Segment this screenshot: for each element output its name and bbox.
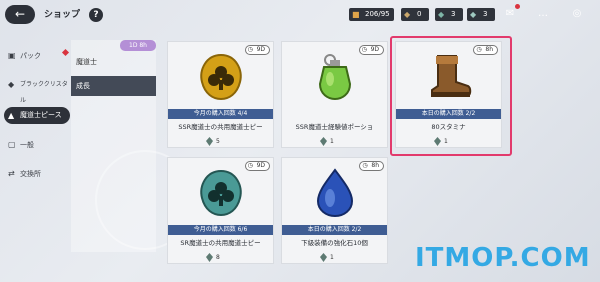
gem-icon: ◆ xyxy=(438,10,445,19)
submenu-timer-badge: 1D 8h xyxy=(120,40,156,51)
mage-piece-teal-icon xyxy=(200,169,242,217)
price-value: 1 xyxy=(330,254,334,261)
stamina-counter[interactable]: ■ 206/95 xyxy=(349,8,394,21)
clock-icon: ◷ xyxy=(362,162,368,169)
shop-card[interactable]: ◷ 9D 今月の購入回数 6/6 SR魔道士の共用魔道士ピー 8 xyxy=(167,157,274,264)
clock-icon: ◷ xyxy=(247,162,253,169)
sidebar-item-label: 一般 xyxy=(20,141,34,149)
shop-card[interactable]: ◷ 9D 今月の購入回数 4/4 SSR魔道士の共用魔道士ピー 5 xyxy=(167,41,274,148)
timer-value: 8h xyxy=(371,162,379,169)
chat-icon[interactable]: … xyxy=(532,6,554,22)
timer-value: 9D xyxy=(370,46,379,53)
sidebar-item-label: パック xyxy=(20,52,41,60)
top-bar: ← ショップ ? ■ 206/95 ◆ 0 ◆ 3 ◆ 3 ✉ … ◎ xyxy=(0,0,600,28)
sidebar-item-exchange[interactable]: ⇄ 交換所 xyxy=(4,166,70,182)
card-timer: ◷ 9D xyxy=(358,45,384,55)
selected-card-highlight xyxy=(390,36,512,156)
settings-icon[interactable]: ◎ xyxy=(566,6,588,22)
crystal-icon: ◆ xyxy=(404,10,411,19)
currency-crystal-icon xyxy=(206,137,213,146)
item-name: SR魔道士の共用魔道士ピー xyxy=(180,239,261,247)
submenu-item-mage[interactable]: 魔道士 xyxy=(71,52,156,72)
timer-value: 9D xyxy=(256,162,265,169)
general-icon: ▢ xyxy=(8,140,16,149)
shop-card[interactable]: ◷ 9D SSR魔道士経験値ポーショ 1 xyxy=(281,41,388,148)
help-button[interactable]: ? xyxy=(89,8,103,22)
sidebar-item-mage-piece[interactable]: ▲ 魔道士ピース xyxy=(4,107,70,124)
sidebar-item-label: ブラッククリスタル xyxy=(20,81,68,104)
clock-icon: ◷ xyxy=(247,46,253,53)
mage-piece-icon: ▲ xyxy=(8,111,15,120)
price-value: 8 xyxy=(216,254,220,261)
shard-counter[interactable]: ◆ 3 xyxy=(467,8,495,21)
page-title: ショップ xyxy=(44,10,81,20)
enhancement-stone-icon xyxy=(316,168,354,218)
item-price: 1 xyxy=(320,253,334,263)
crystal-counter[interactable]: ◆ 0 xyxy=(401,8,429,21)
site-watermark: ITMOP.COM xyxy=(415,243,591,273)
item-name: 下級装備の強化石10個 xyxy=(301,239,368,247)
card-timer: ◷ 9D xyxy=(244,161,270,171)
item-price: 8 xyxy=(206,253,220,263)
currency-crystal-icon xyxy=(206,253,213,262)
price-value: 5 xyxy=(216,138,220,145)
card-timer: ◷ 8h xyxy=(359,161,384,171)
submenu-item-growth[interactable]: 成長 xyxy=(71,76,156,96)
sidebar-item-pack[interactable]: ▣ パック xyxy=(4,48,70,64)
clock-icon: ◷ xyxy=(361,46,367,53)
exp-potion-icon xyxy=(318,54,352,101)
sidebar-item-general[interactable]: ▢ 一般 xyxy=(4,137,70,153)
mage-piece-gold-icon xyxy=(200,53,242,101)
item-price: 1 xyxy=(320,137,334,147)
shard-value: 3 xyxy=(483,10,488,18)
item-name: SSR魔道士の共用魔道士ピー xyxy=(178,123,263,131)
price-value: 1 xyxy=(330,138,334,145)
shop-card[interactable]: ◷ 8h 本日の購入回数 2/2 下級装備の強化石10個 1 xyxy=(281,157,388,264)
gem-value: 3 xyxy=(451,10,456,18)
purchase-limit-bar: 今月の購入回数 6/6 xyxy=(168,225,273,235)
stamina-icon: ■ xyxy=(352,10,360,19)
sidebar-item-label: 交換所 xyxy=(20,170,41,178)
currency-crystal-icon xyxy=(320,137,327,146)
card-timer: ◷ 9D xyxy=(244,45,270,55)
item-price: 5 xyxy=(206,137,220,147)
sidebar-item-label: 魔道士ピース xyxy=(20,111,62,119)
back-arrow-icon: ← xyxy=(14,7,26,21)
black-crystal-icon: ◆ xyxy=(8,80,15,89)
mail-notification-dot xyxy=(515,4,520,9)
currency-crystal-icon xyxy=(320,253,327,262)
exchange-icon: ⇄ xyxy=(8,169,15,178)
pack-icon: ▣ xyxy=(8,51,16,60)
sidebar-item-black-crystal[interactable]: ◆ ブラッククリスタル xyxy=(4,77,70,104)
item-name: SSR魔道士経験値ポーショ xyxy=(295,123,374,131)
back-button[interactable]: ← xyxy=(5,5,35,24)
stamina-value: 206/95 xyxy=(365,10,390,18)
timer-value: 9D xyxy=(256,46,265,53)
shard-icon: ◆ xyxy=(470,10,477,19)
purchase-limit-bar: 今月の購入回数 4/4 xyxy=(168,109,273,119)
gem-counter[interactable]: ◆ 3 xyxy=(435,8,463,21)
crystal-value: 0 xyxy=(417,10,422,18)
purchase-limit-bar: 本日の購入回数 2/2 xyxy=(282,225,387,235)
